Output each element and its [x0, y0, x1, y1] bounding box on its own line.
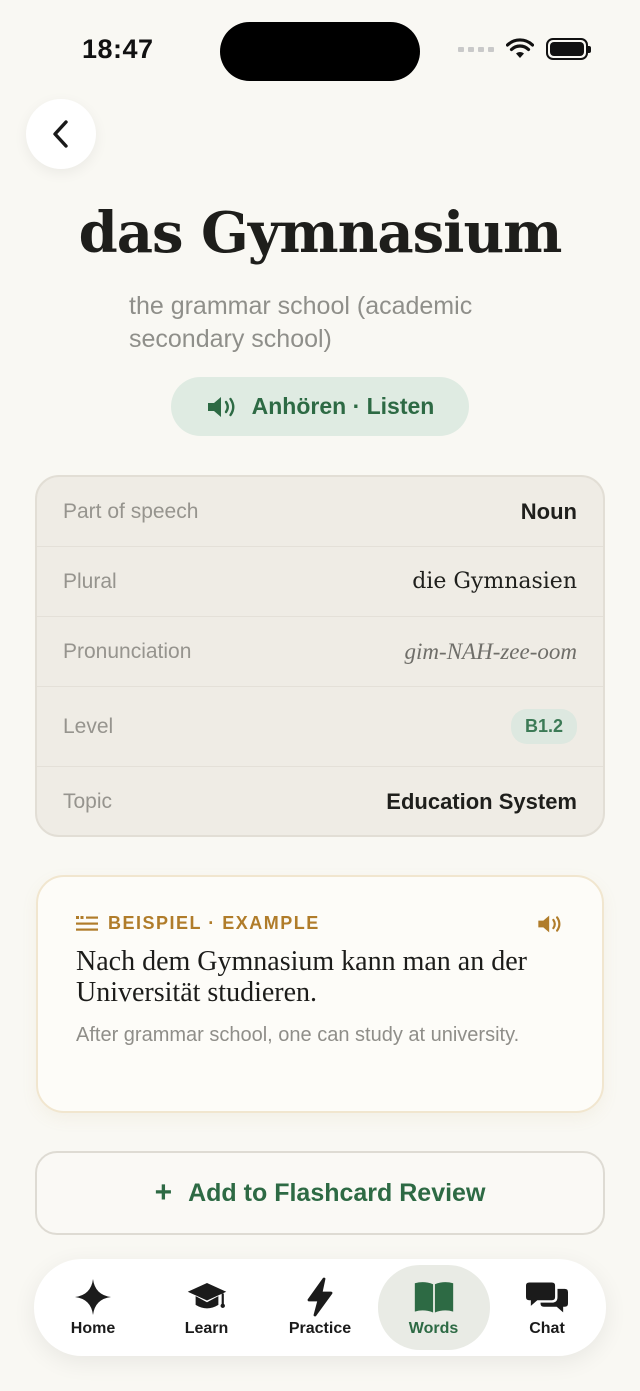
pronunciation-value: gim-NAH-zee-oom	[404, 638, 577, 664]
listen-label: Anhören · Listen	[251, 393, 435, 419]
detail-row-level: Level B1.2	[37, 687, 603, 767]
tab-label: Home	[70, 1320, 116, 1337]
chevron-left-icon	[53, 120, 68, 148]
example-speaker-icon[interactable]	[536, 914, 564, 934]
status-time: 18:47	[82, 34, 154, 64]
example-tag: BEISPIEL · EXAMPLE	[76, 913, 320, 934]
tab-home[interactable]: Home	[37, 1265, 149, 1350]
detail-row-plural: Plural die Gymnasien	[37, 547, 603, 617]
add-to-flashcards-button[interactable]: + Add to Flashcard Review	[35, 1151, 605, 1235]
detail-row-part-of-speech: Part of speech Noun	[37, 477, 603, 547]
part-of-speech-value: Noun	[520, 498, 577, 524]
battery-icon	[546, 38, 591, 60]
back-button[interactable]	[26, 99, 96, 169]
tab-label: Practice	[288, 1320, 352, 1337]
tab-words[interactable]: Words	[377, 1265, 490, 1350]
topic-value: Education System	[386, 789, 577, 814]
cellular-signal-icon	[458, 46, 494, 52]
detail-row-topic: Topic Education System	[37, 767, 603, 835]
example-header: BEISPIEL · EXAMPLE	[76, 913, 564, 934]
wifi-icon	[506, 38, 534, 58]
tab-label: Learn	[184, 1320, 229, 1337]
status-icons	[458, 38, 591, 60]
word-details-card: Part of speech Noun Plural die Gymnasien…	[35, 475, 605, 837]
tab-bar: Home Learn Practice Words Chat	[34, 1259, 606, 1356]
plus-icon: +	[154, 1176, 173, 1209]
example-sentence: Nach dem Gymnasium kann man an der Unive…	[76, 946, 527, 1008]
tab-practice[interactable]: Practice	[264, 1265, 376, 1350]
lightning-icon	[307, 1277, 333, 1317]
listen-button[interactable]: Anhören · Listen	[171, 377, 469, 436]
tab-label: Words	[408, 1320, 459, 1337]
detail-label: Topic	[63, 790, 113, 813]
graduation-cap-icon	[187, 1283, 226, 1309]
speaker-icon	[207, 396, 235, 417]
example-tag-label: BEISPIEL · EXAMPLE	[108, 913, 320, 933]
level-badge: B1.2	[510, 709, 577, 744]
example-translation: After grammar school, one can study at u…	[76, 1024, 520, 1046]
tab-label: Chat	[529, 1320, 565, 1337]
tab-chat[interactable]: Chat	[491, 1265, 603, 1350]
word-translation: the grammar school (academic secondary s…	[129, 292, 473, 353]
detail-row-pronunciation: Pronunciation gim-NAH-zee-oom	[37, 617, 603, 687]
detail-label: Level	[63, 714, 114, 738]
quote-lines-icon	[76, 915, 98, 931]
detail-label: Pronunciation	[63, 639, 192, 663]
dynamic-island	[220, 22, 420, 81]
chat-bubbles-icon	[526, 1282, 568, 1313]
add-to-flashcards-label: Add to Flashcard Review	[188, 1178, 486, 1207]
plural-value: die Gymnasien	[412, 569, 577, 594]
open-book-icon	[414, 1282, 453, 1313]
example-card: BEISPIEL · EXAMPLE Nach dem Gymnasium ka…	[36, 875, 604, 1113]
tab-learn[interactable]: Learn	[151, 1265, 263, 1350]
word-title: das Gymnasium	[78, 200, 563, 266]
detail-label: Part of speech	[63, 499, 199, 523]
sparkle-icon	[75, 1279, 111, 1315]
detail-label: Plural	[63, 569, 117, 593]
